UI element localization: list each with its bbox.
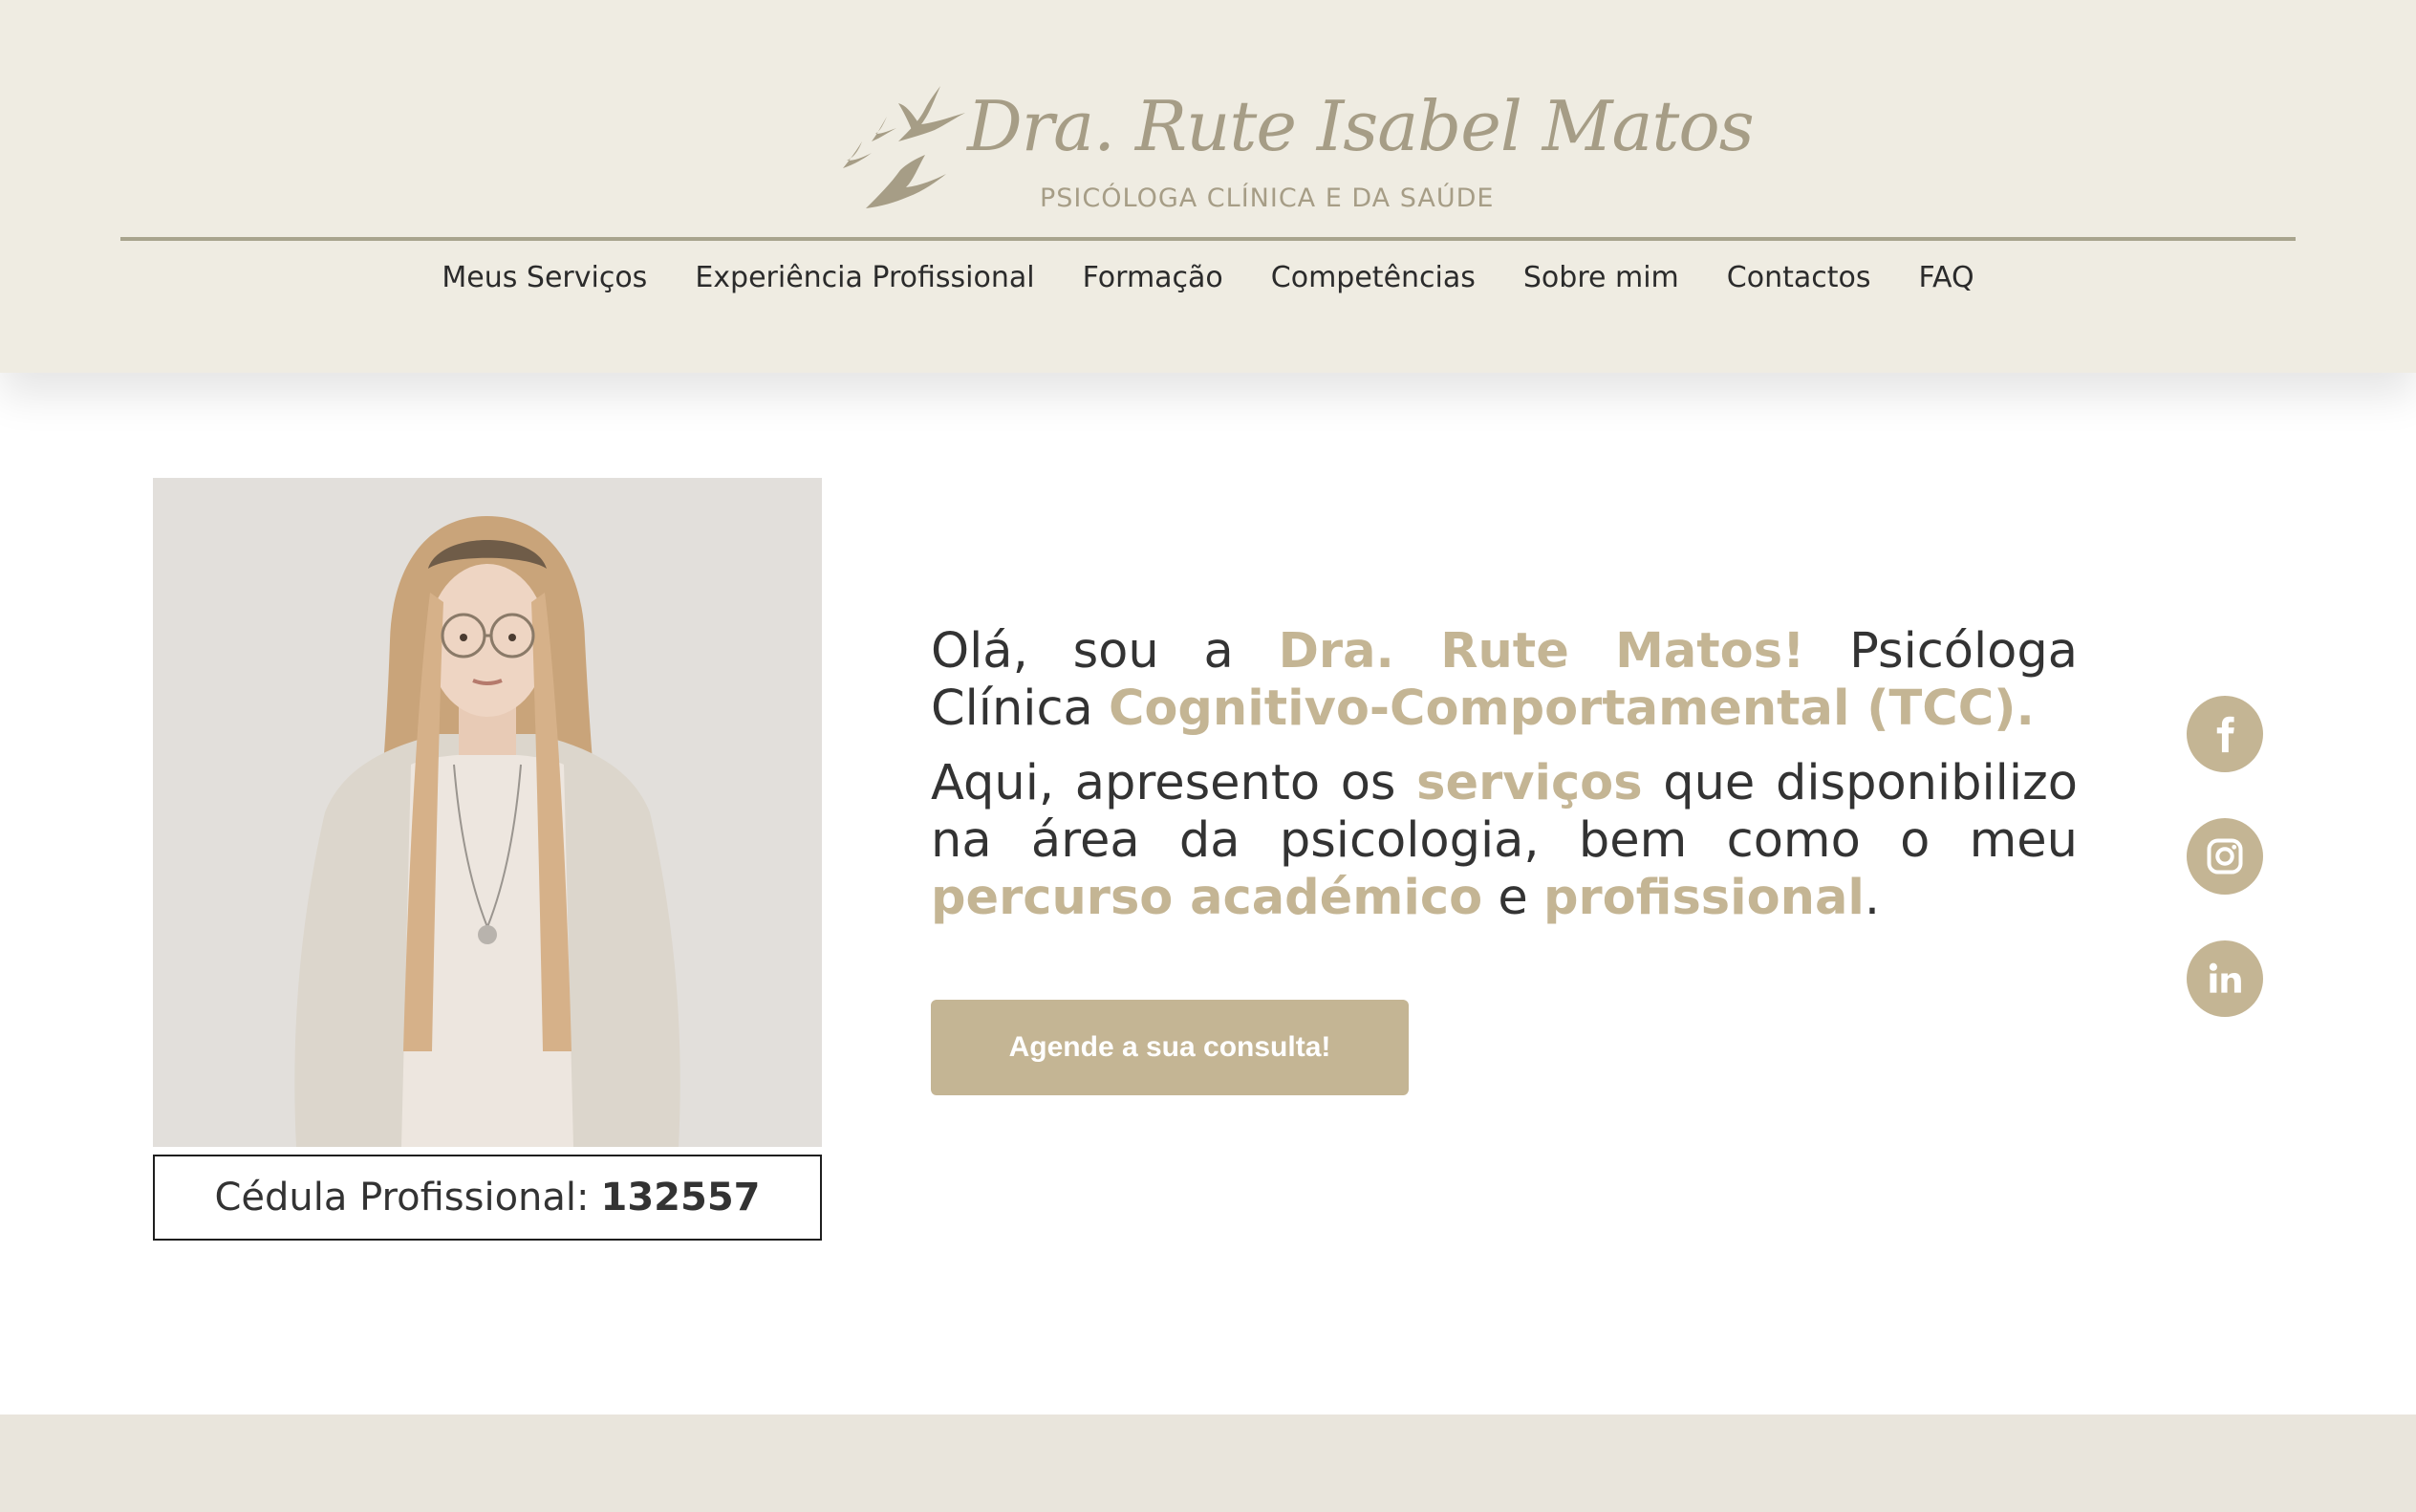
nav-link-contactos[interactable]: Contactos [1727,254,1871,302]
logo-subtitle: PSICÓLOGA CLÍNICA E DA SAÚDE [1040,184,1495,213]
intro-paragraph-1: Olá, sou a Dra. Rute Matos! Psicóloga Cl… [931,623,2078,738]
instagram-icon [2207,838,2243,875]
nav-link-sobre-mim[interactable]: Sobre mim [1523,254,1679,302]
intro-2-highlight-servicos: serviços [1416,755,1643,811]
nav-link-meus-servicos[interactable]: Meus Serviços [442,254,647,302]
facebook-icon [2216,716,2234,753]
instagram-link[interactable] [2187,818,2263,895]
intro-2-text-1: Aqui, apresento os [931,755,1417,811]
linkedin-link[interactable] [2187,940,2263,1017]
facebook-link[interactable] [2187,696,2263,772]
nav-link-competencias[interactable]: Competências [1271,254,1476,302]
intro-2-highlight-percurso: percurso académico [931,870,1483,926]
nav-link-faq[interactable]: FAQ [1918,254,1974,302]
site-logo[interactable]: Dra. Rute Isabel Matos PSICÓLOGA CLÍNICA… [826,67,1755,220]
main-nav: Meus Serviços Experiência Profissional F… [0,254,2416,302]
site-header: Dra. Rute Isabel Matos PSICÓLOGA CLÍNICA… [0,0,2416,373]
footer-band [0,1415,2416,1512]
intro-paragraph-2: Aqui, apresento os serviços que disponib… [931,755,2078,927]
intro-2-text-4: . [1864,870,1881,926]
intro-text: Olá, sou a Dra. Rute Matos! Psicóloga Cl… [931,623,2078,944]
book-appointment-button[interactable]: Agende a sua consulta! [931,1000,1409,1095]
nav-link-experiencia-profissional[interactable]: Experiência Profissional [695,254,1034,302]
header-divider [120,237,2296,241]
intro-1-highlight-tcc: Cognitivo-Comportamental (TCC). [1108,680,2035,737]
intro-1-text-1: Olá, sou a [931,623,1279,680]
intro-2-text-3: e [1482,870,1543,926]
profile-photo [153,478,822,1147]
doves-logo-icon [843,86,965,208]
license-label: Cédula Profissional: [214,1176,590,1220]
intro-1-highlight-name: Dra. Rute Matos! [1278,623,1805,680]
nav-link-formacao[interactable]: Formação [1083,254,1223,302]
professional-license-box: Cédula Profissional: 132557 [153,1155,822,1241]
intro-2-highlight-profissional: profissional [1542,870,1865,926]
portrait-illustration [153,478,822,1147]
linkedin-icon [2209,962,2241,993]
license-number: 132557 [600,1176,761,1220]
logo-name: Dra. Rute Isabel Matos [967,86,1755,166]
